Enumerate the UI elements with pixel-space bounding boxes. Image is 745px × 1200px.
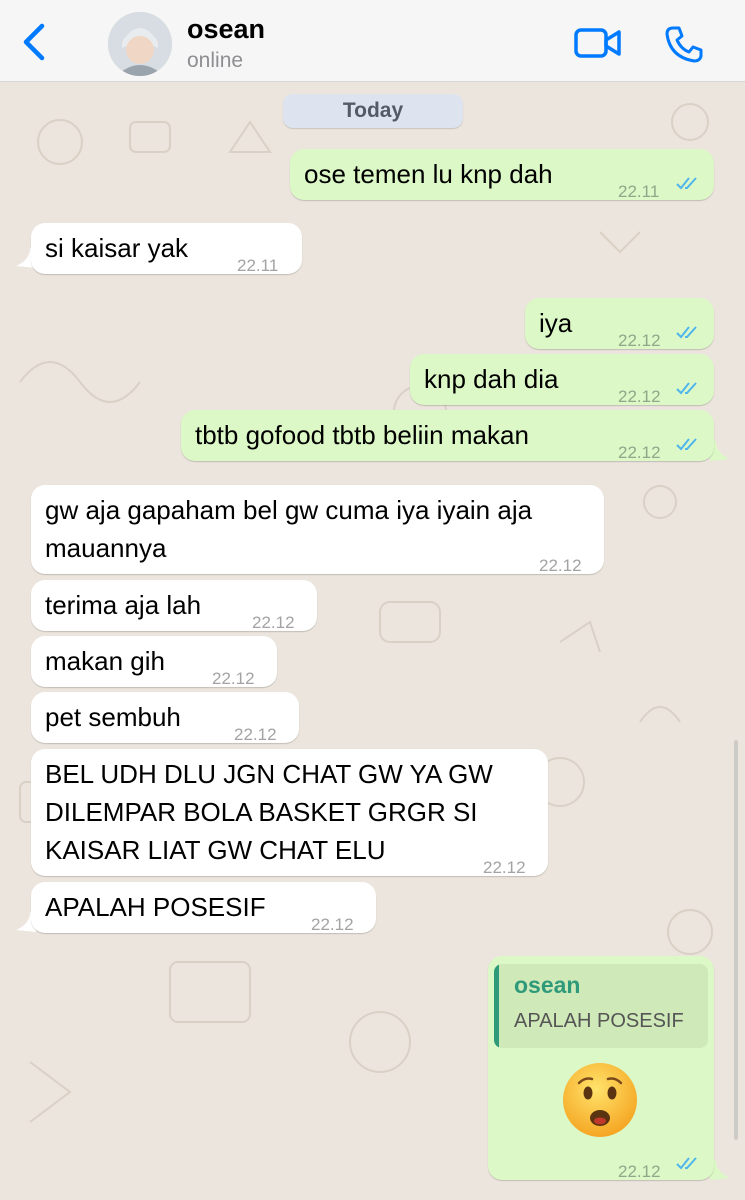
quoted-message[interactable]: osean APALAH POSESIF xyxy=(494,964,708,1048)
read-ticks-icon xyxy=(676,382,697,395)
message-time: 22.12 xyxy=(311,915,354,934)
outgoing-message[interactable]: ose temen lu knp dah 22.11 xyxy=(290,149,714,201)
message-time: 22.12 xyxy=(539,556,582,575)
outgoing-message[interactable]: tbtb gofood tbtb beliin makan 22.12 xyxy=(181,410,714,462)
quoted-sender: osean xyxy=(514,972,581,998)
message-text: pet sembuh xyxy=(45,702,181,732)
outgoing-message[interactable]: knp dah dia 22.12 xyxy=(410,354,714,406)
phone-icon[interactable] xyxy=(664,24,704,64)
message-text: gw aja gapaham bel gw cuma iya iyain aja… xyxy=(45,495,533,563)
incoming-message[interactable]: APALAH POSESIF 22.12 xyxy=(31,882,376,934)
message-time: 22.11 xyxy=(237,256,279,275)
scrollbar[interactable] xyxy=(734,740,738,1140)
message-time: 22.12 xyxy=(618,1162,661,1181)
avatar-photo-icon xyxy=(108,12,172,76)
message-time: 22.11 xyxy=(618,182,660,201)
read-ticks-icon xyxy=(676,438,697,451)
date-separator: Today xyxy=(283,94,463,128)
message-text: terima aja lah xyxy=(45,590,202,620)
video-call-icon[interactable] xyxy=(574,26,622,60)
message-text: BEL UDH DLU JGN CHAT GW YA GW DILEMPAR B… xyxy=(45,759,493,865)
message-time: 22.12 xyxy=(483,858,526,877)
incoming-message[interactable]: makan gih 22.12 xyxy=(31,636,277,688)
message-text: knp dah dia xyxy=(424,364,559,394)
message-time: 22.12 xyxy=(618,443,661,462)
message-text: si kaisar yak xyxy=(45,233,189,263)
read-ticks-icon xyxy=(676,1157,697,1170)
quoted-text: APALAH POSESIF xyxy=(514,1010,684,1032)
incoming-message[interactable]: pet sembuh 22.12 xyxy=(31,692,299,744)
incoming-message[interactable]: terima aja lah 22.12 xyxy=(31,580,317,632)
message-text: tbtb gofood tbtb beliin makan xyxy=(195,420,529,450)
back-chevron-icon[interactable] xyxy=(18,22,52,62)
quote-accent-bar xyxy=(494,964,499,1048)
read-ticks-icon xyxy=(676,326,697,339)
chat-header: osean online xyxy=(0,0,745,82)
message-text: makan gih xyxy=(45,646,165,676)
message-text: ose temen lu knp dah xyxy=(304,159,553,189)
contact-status: online xyxy=(187,49,244,72)
outgoing-message[interactable]: iya 22.12 xyxy=(525,298,714,350)
read-ticks-icon xyxy=(676,177,697,190)
incoming-message[interactable]: BEL UDH DLU JGN CHAT GW YA GW DILEMPAR B… xyxy=(31,749,548,877)
message-text: iya xyxy=(539,308,573,338)
incoming-message[interactable]: gw aja gapaham bel gw cuma iya iyain aja… xyxy=(31,485,604,575)
contact-name[interactable]: osean xyxy=(187,14,265,45)
frowning-face-emoji-icon xyxy=(563,1063,637,1137)
contact-avatar[interactable] xyxy=(108,12,172,76)
incoming-message[interactable]: si kaisar yak 22.11 xyxy=(31,223,302,275)
message-text: APALAH POSESIF xyxy=(45,892,266,922)
